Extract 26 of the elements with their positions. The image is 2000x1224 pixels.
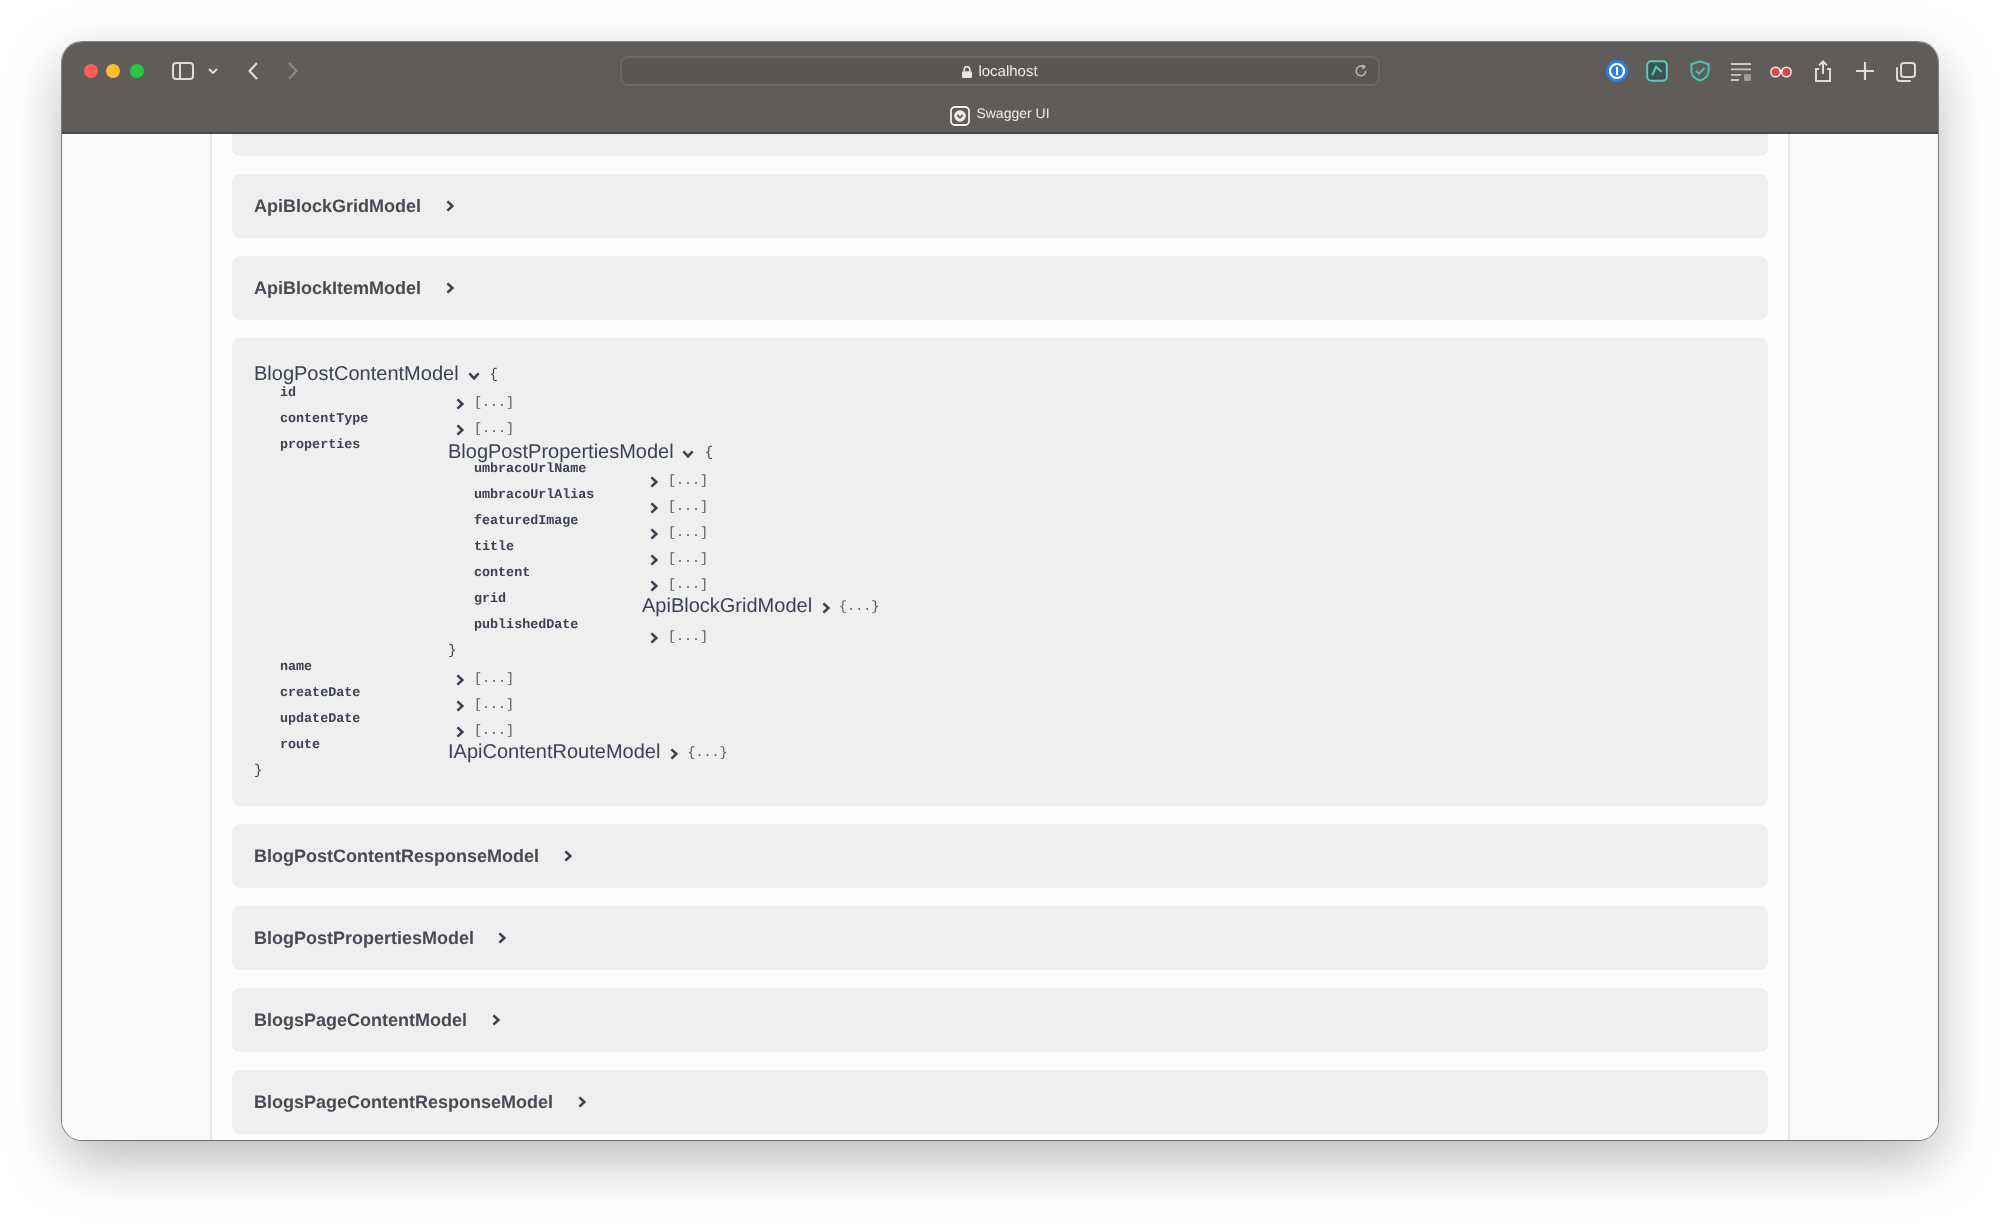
glasses-icon[interactable]: [1770, 64, 1793, 78]
sidebar-icon[interactable]: [171, 62, 193, 80]
tabs-icon[interactable]: [1896, 61, 1916, 81]
back-icon[interactable]: [247, 62, 257, 80]
reload-icon[interactable]: [1354, 64, 1368, 78]
circle-in-square-icon: [950, 106, 971, 126]
model-toggle[interactable]: BlogPostPropertiesModel: [254, 926, 507, 950]
model-toggle[interactable]: BlogPostContentResponseModel: [254, 844, 572, 868]
minimize-icon[interactable]: [106, 64, 120, 78]
chevron-down-icon[interactable]: [207, 68, 217, 74]
model-toggle[interactable]: BlogPostContentModel: [254, 366, 480, 386]
model-toggle[interactable]: ApiBlockGridModel: [642, 598, 830, 618]
note-square-icon[interactable]: [1646, 60, 1669, 82]
lock-icon: [962, 65, 973, 77]
model-toggle[interactable]: BlogsPageContentModel: [254, 1008, 500, 1032]
plus-icon[interactable]: [1855, 62, 1874, 80]
model-toggle[interactable]: ApiBlockGridModel: [254, 194, 454, 218]
list-icon[interactable]: [1729, 61, 1752, 81]
model-toggle[interactable]: ApiBlockItemModel: [254, 276, 454, 300]
keyhole-circle-icon[interactable]: [1605, 60, 1628, 82]
maximize-icon[interactable]: [129, 64, 143, 78]
share-icon[interactable]: [1814, 60, 1833, 82]
model-toggle[interactable]: BlogsPageContentResponseModel: [254, 1090, 586, 1114]
model-toggle[interactable]: BlogPostPropertiesModel: [448, 443, 695, 463]
model-toggle[interactable]: IApiContentRouteModel: [448, 744, 678, 764]
shield-check-icon[interactable]: [1689, 60, 1710, 82]
